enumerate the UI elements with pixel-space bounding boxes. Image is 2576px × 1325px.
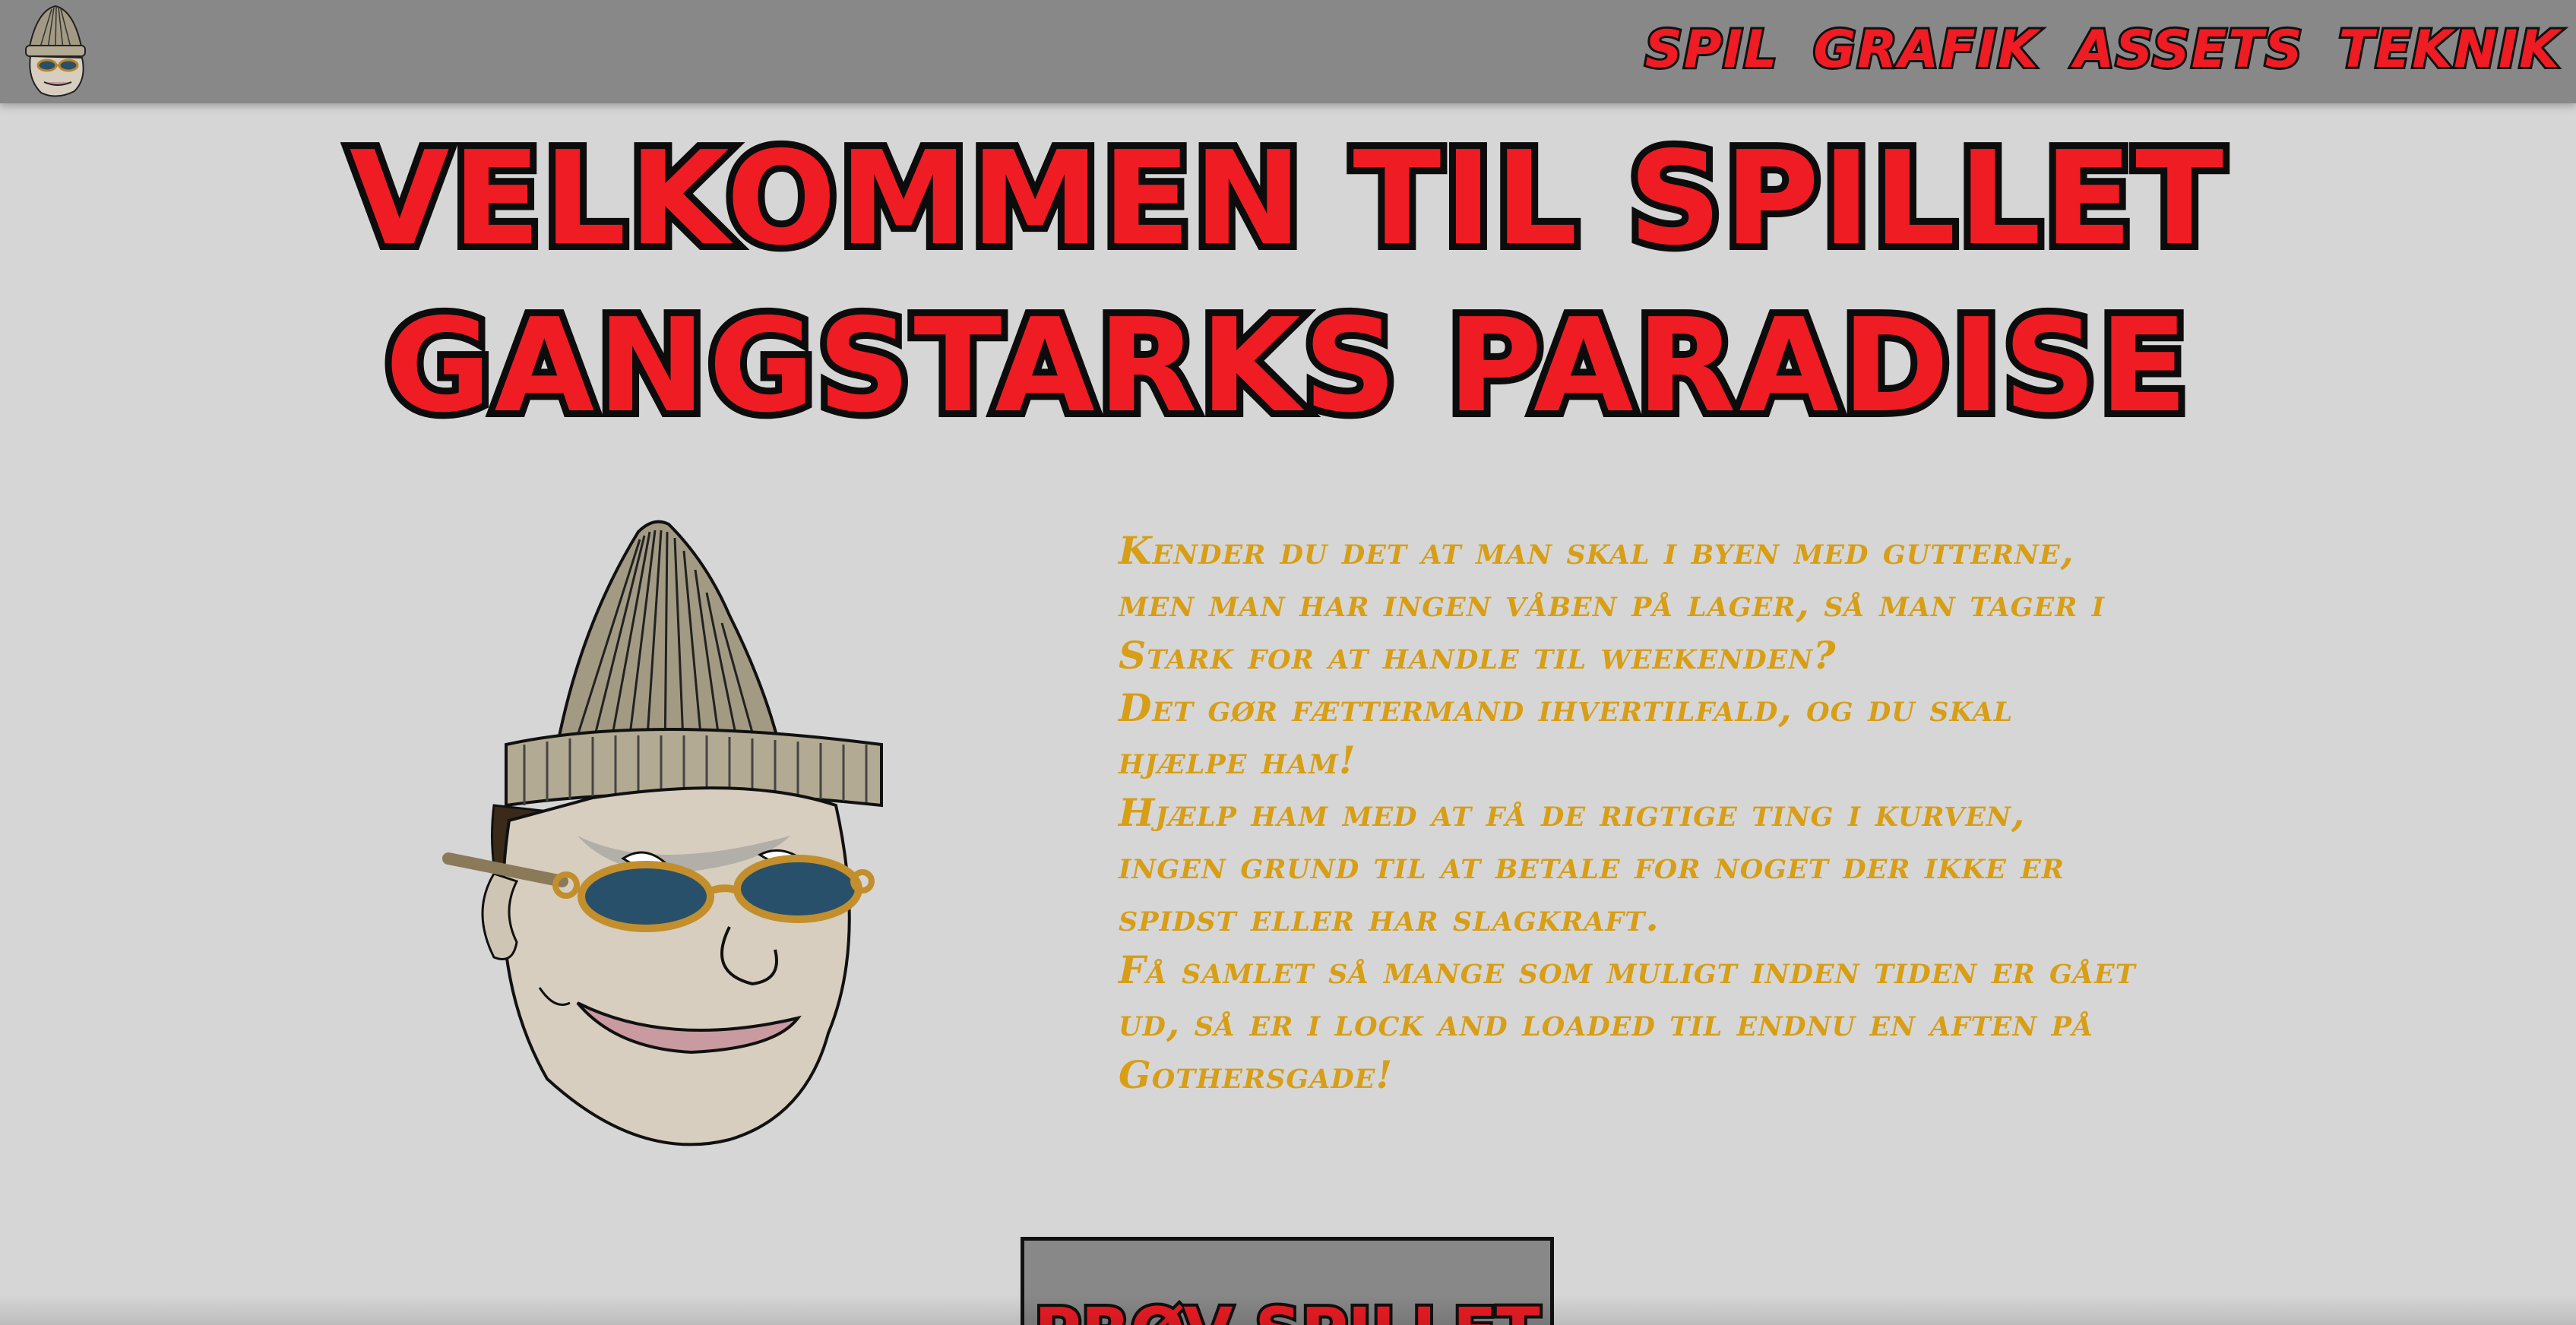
nav-item-teknik[interactable]: TEKNIK (2337, 17, 2562, 82)
try-game-button[interactable]: PRØV SPILLET (1021, 1237, 1554, 1325)
try-game-button-label: PRØV SPILLET (1024, 1241, 1550, 1325)
page-title-line-2: GANGSTARKS PARADISE (378, 284, 2195, 448)
page-title: VELKOMMEN TIL SPILLET GANGSTARKS PARADIS… (289, 115, 2287, 450)
logo-gangster-head-icon[interactable] (14, 3, 97, 100)
intro-paragraph-2: Det gør fættermand ihvertilfald, og du s… (1119, 685, 2014, 783)
nav-item-assets[interactable]: ASSETS (2072, 17, 2305, 82)
intro-paragraph-4: Få samlet så mange som muligt inden tide… (1119, 947, 2136, 1097)
main-nav: SPIL GRAFIK ASSETS TEKNIK (1643, 17, 2562, 82)
page-title-line-1: VELKOMMEN TIL SPILLET (343, 117, 2230, 281)
top-navigation-bar: SPIL GRAFIK ASSETS TEKNIK (0, 0, 2576, 103)
nav-item-spil[interactable]: SPIL (1643, 17, 1779, 82)
intro-paragraph-1: Kender du det at man skal i byen med gut… (1119, 528, 2106, 678)
nav-item-grafik[interactable]: GRAFIK (1811, 17, 2040, 82)
intro-paragraph-3: Hjælp ham med at få de rigtige ting i ku… (1119, 790, 2065, 940)
intro-text: Kender du det at man skal i byen med gut… (1119, 524, 2137, 1101)
page: SPIL GRAFIK ASSETS TEKNIK VELKOMMEN TIL … (0, 0, 2576, 1325)
gangster-head-illustration (441, 517, 973, 1170)
